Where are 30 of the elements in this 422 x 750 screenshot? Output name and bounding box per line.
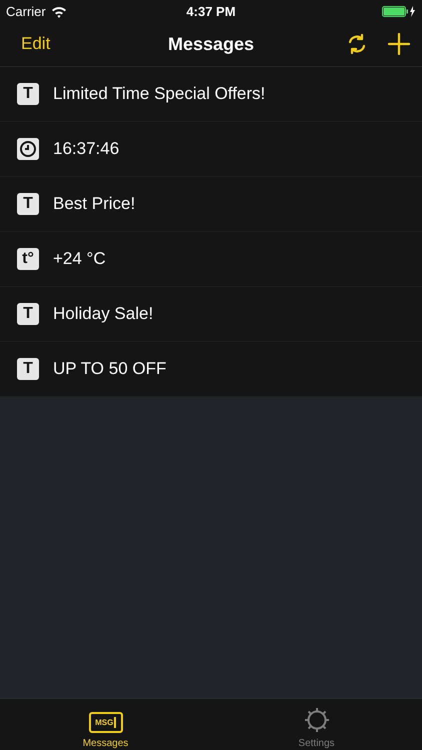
text-icon: T [17,303,39,325]
carrier-name: Carrier [6,4,46,18]
tab[interactable]: Settings [211,699,422,750]
message-text: Limited Time Special Offers! [53,84,266,104]
message-text: UP TO 50 OFF [53,359,166,379]
message-row[interactable]: T Limited Time Special Offers! [0,67,422,122]
wifi-icon [50,4,67,18]
message-tab-icon: MSG [88,712,122,733]
edit-button[interactable]: Edit [21,30,50,58]
refresh-icon [346,33,368,55]
screen-title: Messages [166,34,256,54]
message-row[interactable]: T Holiday Sale! [0,287,422,342]
text-icon: T [17,193,39,215]
message-row[interactable]: T Best Price! [0,177,422,232]
status-time: 4:37 PM [185,4,237,18]
message-text: +24 °C [53,249,106,269]
message-text: Holiday Sale! [53,304,154,324]
message-text: Best Price! [53,194,136,214]
temperature-icon: t° [17,248,39,270]
message-row[interactable]: t° +24 °C [0,232,422,287]
message-row[interactable]: 16:37:46 [0,122,422,177]
text-icon: T [17,83,39,105]
plus-icon [388,33,410,55]
text-icon: T [17,358,39,380]
message-text: 16:37:46 [53,139,120,159]
tab[interactable]: MSG Messages [0,699,211,750]
clock-icon [17,138,39,160]
gear-icon [304,707,330,733]
battery-icon [382,6,416,16]
add-button[interactable] [386,31,412,57]
